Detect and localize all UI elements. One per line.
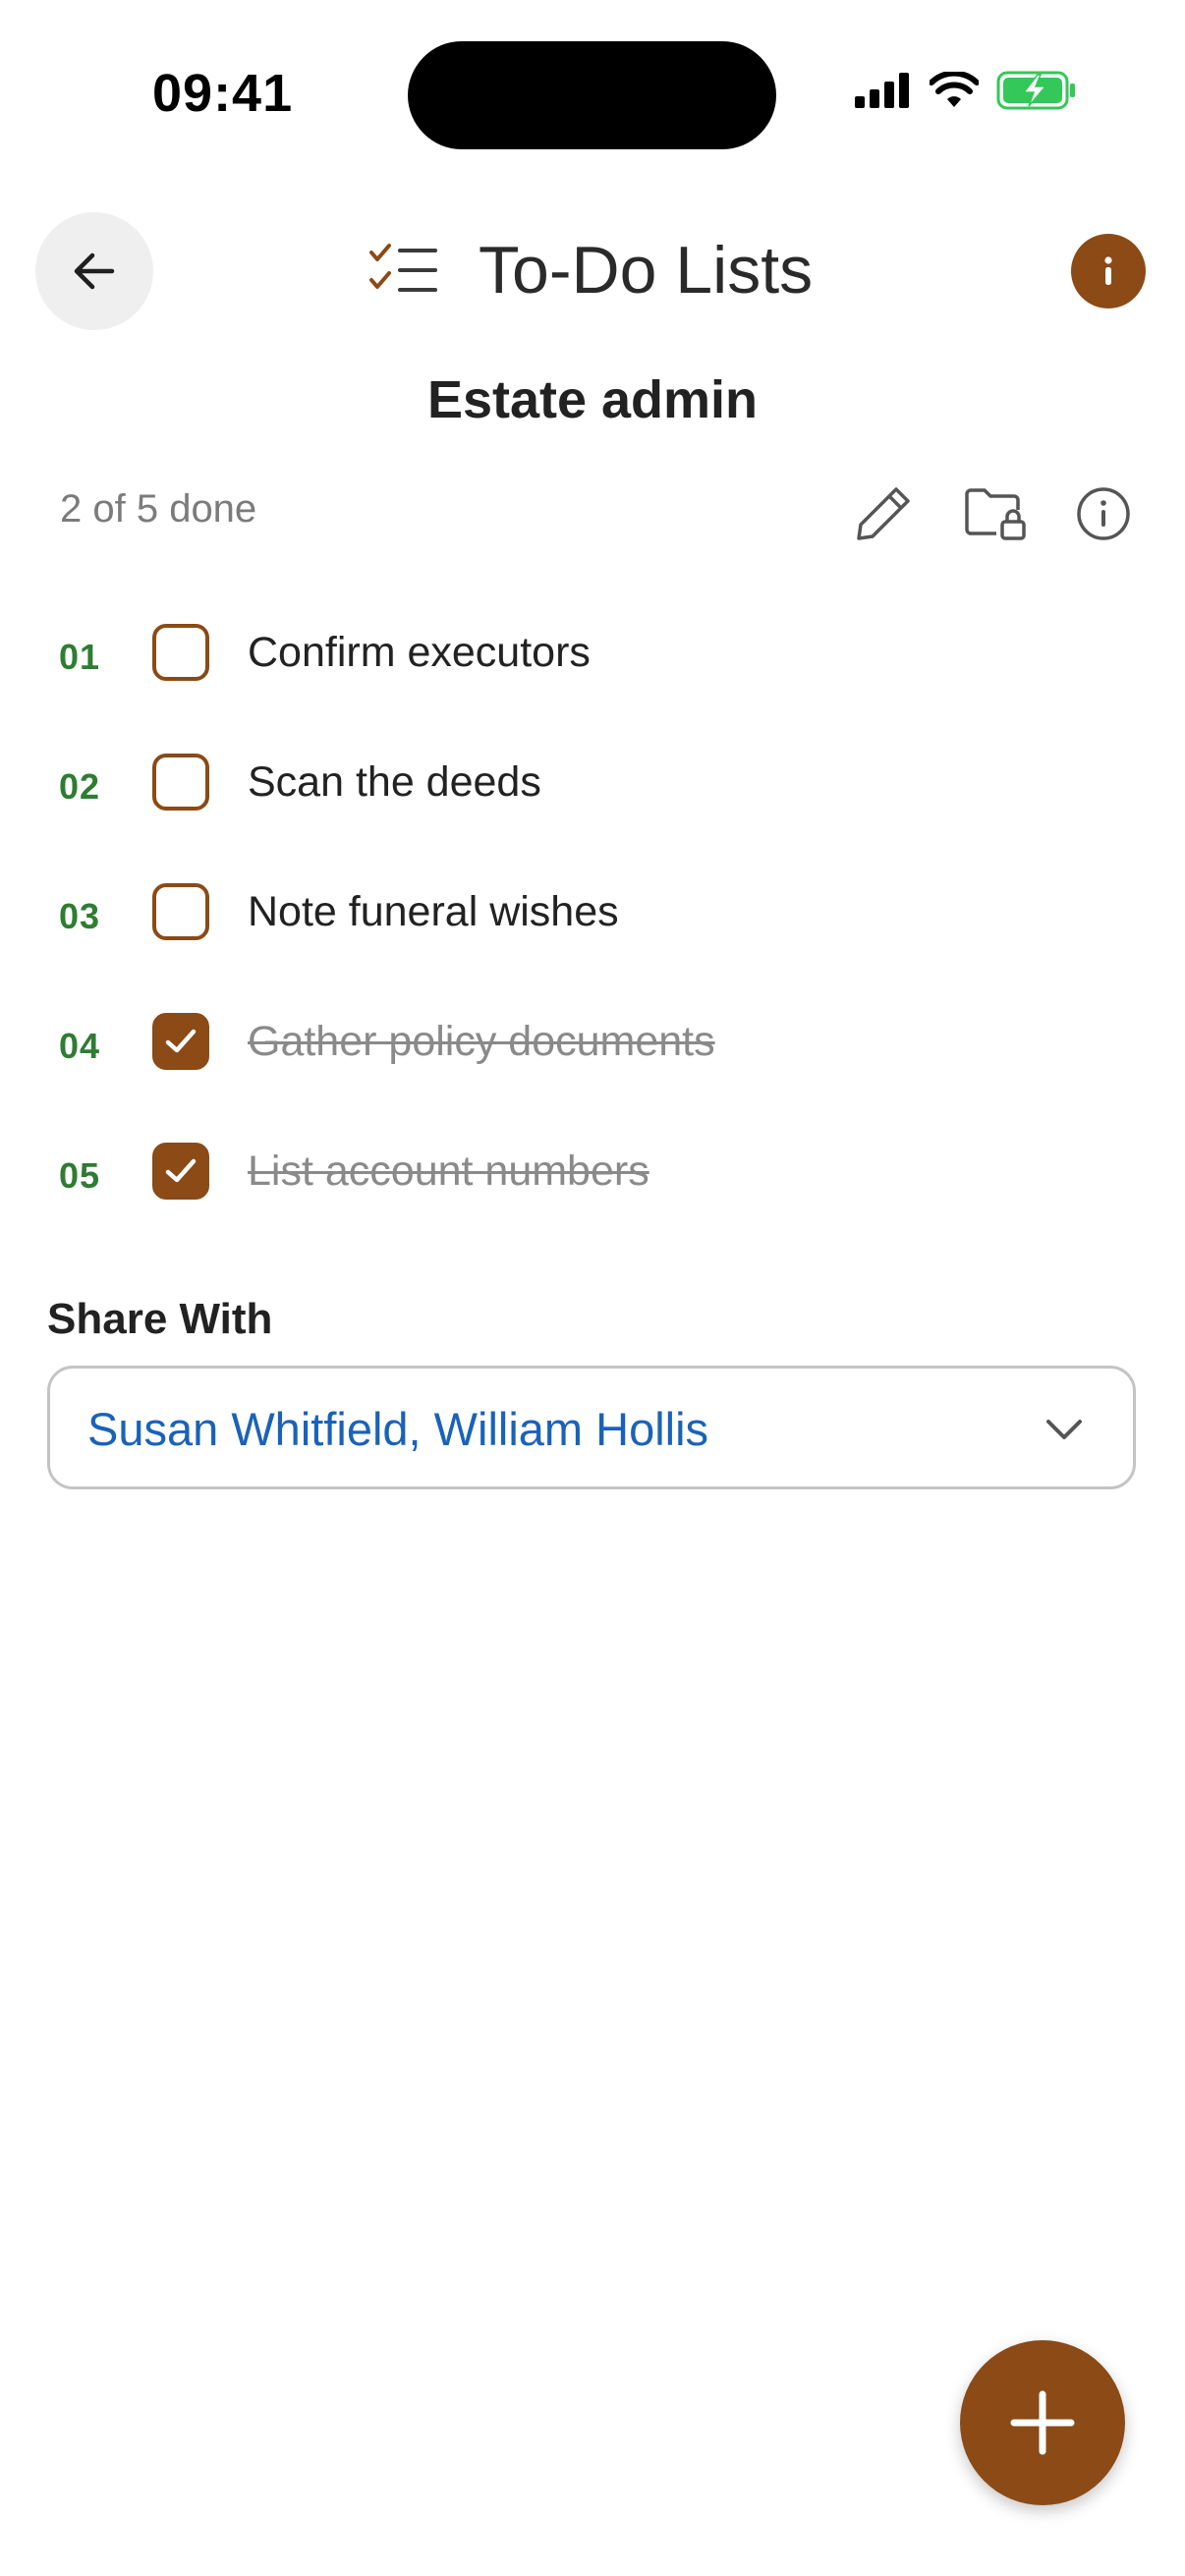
progress-text: 2 of 5 done: [60, 487, 257, 531]
battery-charging-icon: [996, 71, 1075, 110]
share-with-value: Susan Whitfield, William Hollis: [87, 1403, 709, 1455]
wifi-icon: [930, 72, 979, 107]
task-text: Confirm executors: [248, 629, 591, 676]
task-row[interactable]: 03 Note funeral wishes: [0, 868, 1185, 967]
add-task-button[interactable]: [960, 2340, 1125, 2505]
info-button[interactable]: [1071, 234, 1146, 308]
task-row[interactable]: 02 Scan the deeds: [0, 739, 1185, 837]
share-with-select[interactable]: Susan Whitfield, William Hollis: [47, 1366, 1136, 1489]
task-number: 04: [59, 1026, 101, 1066]
info-icon: [1104, 256, 1112, 285]
plus-icon: [1010, 2390, 1075, 2455]
task-checkbox[interactable]: [152, 883, 209, 940]
task-number: 05: [59, 1155, 101, 1196]
checkmark-icon: [165, 1158, 197, 1183]
task-text: Gather policy documents: [248, 1018, 715, 1065]
task-row[interactable]: 05 List account numbers: [0, 1128, 1185, 1226]
arrow-left-icon: [74, 252, 115, 290]
edit-list-button[interactable]: [851, 481, 916, 546]
task-checkbox[interactable]: [152, 1143, 209, 1200]
task-checkbox[interactable]: [152, 754, 209, 811]
task-row[interactable]: 01 Confirm executors: [0, 609, 1185, 707]
task-number: 02: [59, 766, 101, 807]
task-text: Note funeral wishes: [248, 888, 619, 935]
checklist-icon: [369, 244, 437, 292]
folder-lock-button[interactable]: [963, 481, 1028, 546]
checkmark-icon: [165, 1029, 197, 1053]
header-title: To-Do Lists: [368, 232, 813, 308]
list-title: Estate admin: [426, 370, 759, 429]
share-with-label: Share With: [47, 1295, 273, 1343]
task-checkbox[interactable]: [152, 1013, 209, 1070]
dynamic-island: [408, 41, 776, 149]
signal-icon: [855, 73, 909, 108]
task-row[interactable]: 04 Gather policy documents: [0, 998, 1185, 1096]
info-circle-icon: [1077, 487, 1130, 540]
list-details-button[interactable]: [1071, 481, 1136, 546]
app-title: To-Do Lists: [479, 233, 814, 308]
status-time: 09:41: [152, 64, 294, 123]
chevron-down-icon: [1046, 1420, 1082, 1439]
back-button[interactable]: [35, 212, 153, 330]
pencil-icon: [857, 487, 910, 540]
task-number: 01: [59, 637, 101, 677]
task-number: 03: [59, 896, 101, 936]
task-text: Scan the deeds: [248, 758, 541, 806]
status-icons: [855, 71, 1077, 110]
folder-lock-icon: [965, 488, 1026, 540]
task-text: List account numbers: [248, 1148, 649, 1195]
task-checkbox[interactable]: [152, 624, 209, 681]
